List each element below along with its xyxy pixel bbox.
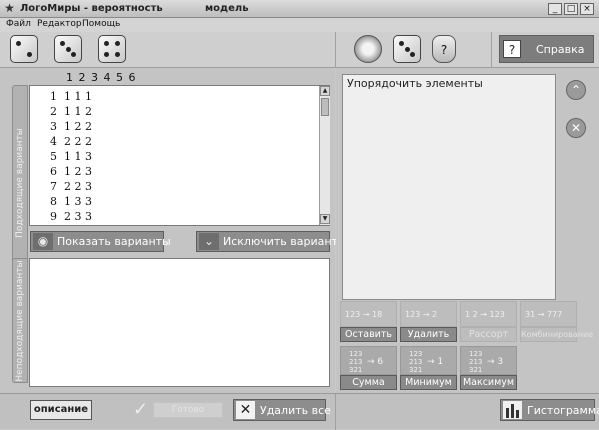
exclude-variant-button[interactable]: ⌄ Исключить вариант: [196, 231, 338, 252]
min-button[interactable]: Минимум: [400, 375, 457, 390]
suitable-tab-label: Подходящие варианты: [15, 127, 25, 238]
vertical-scrollbar[interactable]: ▲ ▼: [319, 86, 330, 225]
apply-button[interactable]: Готово: [153, 402, 223, 418]
title-bar: ★ ЛогоМиры - вероятность модель _ □ ×: [0, 0, 599, 18]
double-chevron-down-icon: ⌄: [199, 233, 219, 250]
suitable-variants-tab[interactable]: Подходящие варианты: [12, 85, 28, 280]
toolbar: ? ? Справка: [0, 32, 599, 68]
tile-result: → 1: [427, 357, 444, 367]
max-button[interactable]: Максимум: [460, 375, 517, 390]
eye-icon: ◉: [33, 233, 53, 250]
unsuitable-tab-label: Неподходящие варианты: [15, 259, 25, 382]
one-die-icon[interactable]: [10, 35, 38, 63]
tile-formula: 123 213 321: [349, 350, 363, 374]
show-variants-button[interactable]: ◉ Показать варианты: [30, 231, 171, 252]
tile-result: → 3: [487, 357, 504, 367]
menu-file[interactable]: Файл: [6, 19, 31, 29]
scroll-thumb[interactable]: [321, 98, 329, 116]
histogram-icon: [503, 401, 522, 419]
order-elements-area[interactable]: Упорядочить элементы: [342, 74, 556, 300]
histogram-label: Гистограмма: [527, 404, 599, 417]
delete-button[interactable]: Удалить: [400, 327, 457, 342]
close-button[interactable]: ×: [580, 3, 594, 15]
list-item[interactable]: 8 1 3 3: [50, 195, 92, 208]
spinner-icon[interactable]: [354, 35, 382, 63]
delete-all-label: Удалить все: [260, 404, 331, 417]
list-item[interactable]: 3 1 2 2: [50, 120, 92, 133]
tile-sum[interactable]: 123 → 18: [340, 301, 397, 327]
tile-text: 31 → 777: [525, 310, 563, 319]
exclude-variant-label: Исключить вариант: [223, 235, 338, 248]
right-panel: Упорядочить элементы ⌃ ✕ 123 → 18 123 → …: [336, 68, 599, 393]
column-digits: 1 2 3 4 5 6: [66, 71, 137, 84]
scroll-up-arrow-icon[interactable]: ▲: [320, 86, 330, 96]
tile-combine[interactable]: 31 → 777: [520, 301, 577, 327]
window-subtitle: модель: [205, 3, 249, 14]
close-circle-icon[interactable]: ✕: [566, 118, 586, 138]
maximize-button[interactable]: □: [564, 3, 578, 15]
app-icon: ★: [4, 1, 15, 15]
tile-count[interactable]: 123 → 2: [400, 301, 457, 327]
help-icon: ?: [503, 40, 521, 58]
histogram-button[interactable]: Гистограмма: [500, 399, 599, 421]
list-item[interactable]: 5 1 1 3: [50, 150, 92, 163]
tile-text: 123 → 2: [405, 310, 438, 319]
sort-button[interactable]: Рассорт: [460, 327, 517, 342]
checkmark-icon[interactable]: ✓: [133, 399, 148, 420]
toolbar-divider-2: [491, 32, 492, 68]
minimize-button[interactable]: _: [548, 3, 562, 15]
list-item[interactable]: 6 1 2 3: [50, 165, 92, 178]
list-item[interactable]: 4 2 2 2: [50, 135, 92, 148]
menu-bar: Файл Редактор Помощь: [0, 18, 599, 32]
unsuitable-variants-list[interactable]: [29, 258, 330, 387]
bottom-bar: описание ✓ Готово ✕ Удалить все Гистогра…: [0, 393, 599, 430]
list-item[interactable]: 2 1 1 2: [50, 105, 92, 118]
move-up-icon[interactable]: ⌃: [566, 80, 586, 100]
window-title: ЛогоМиры - вероятность: [20, 3, 163, 14]
three-dice-icon[interactable]: [98, 35, 126, 63]
menu-editor[interactable]: Редактор: [37, 19, 82, 29]
list-item[interactable]: 1 1 1 1: [50, 90, 92, 103]
suitable-variants-list[interactable]: 1 1 1 1 2 1 1 2 3 1 2 2 4 2 2 2 5 1 1 3 …: [29, 85, 330, 226]
scroll-down-arrow-icon[interactable]: ▼: [320, 214, 330, 224]
bag-icon[interactable]: ?: [432, 35, 456, 63]
sum-button[interactable]: Сумма: [340, 375, 397, 390]
menu-help[interactable]: Помощь: [82, 19, 120, 29]
list-item[interactable]: 9 2 3 3: [50, 210, 92, 223]
two-dice-icon[interactable]: [54, 35, 82, 63]
tile-max-formula[interactable]: 123 213 321 → 3: [460, 346, 517, 375]
description-button[interactable]: описание: [30, 400, 92, 420]
tile-min-formula[interactable]: 123 213 321 → 1: [400, 346, 457, 375]
leave-button[interactable]: Оставить: [340, 327, 397, 342]
tile-arrange[interactable]: 1 2 → 123: [460, 301, 517, 327]
tile-formula: 123 213 321: [469, 350, 483, 374]
bottom-divider: [335, 394, 336, 430]
x-icon: ✕: [236, 401, 255, 419]
order-elements-label: Упорядочить элементы: [347, 77, 483, 90]
die-icon[interactable]: [393, 35, 421, 63]
tile-text: 123 → 18: [345, 310, 383, 319]
list-item[interactable]: 7 2 2 3: [50, 180, 92, 193]
combine-button[interactable]: Комбинирование: [520, 327, 593, 342]
tile-text: 1 2 → 123: [465, 310, 505, 319]
toolbar-divider: [335, 32, 336, 68]
help-button[interactable]: ? Справка: [499, 35, 594, 63]
unsuitable-variants-tab[interactable]: Неподходящие варианты: [12, 258, 28, 383]
tile-formula: 123 213 321: [409, 350, 423, 374]
tile-sum-formula[interactable]: 123 213 321 → 6: [340, 346, 397, 375]
tile-result: → 6: [367, 357, 384, 367]
help-label: Справка: [536, 43, 585, 56]
left-panel: 1 2 3 4 5 6 Подходящие варианты 1 1 1 1 …: [0, 68, 338, 393]
delete-all-button[interactable]: ✕ Удалить все: [233, 399, 331, 421]
show-variants-label: Показать варианты: [57, 235, 171, 248]
